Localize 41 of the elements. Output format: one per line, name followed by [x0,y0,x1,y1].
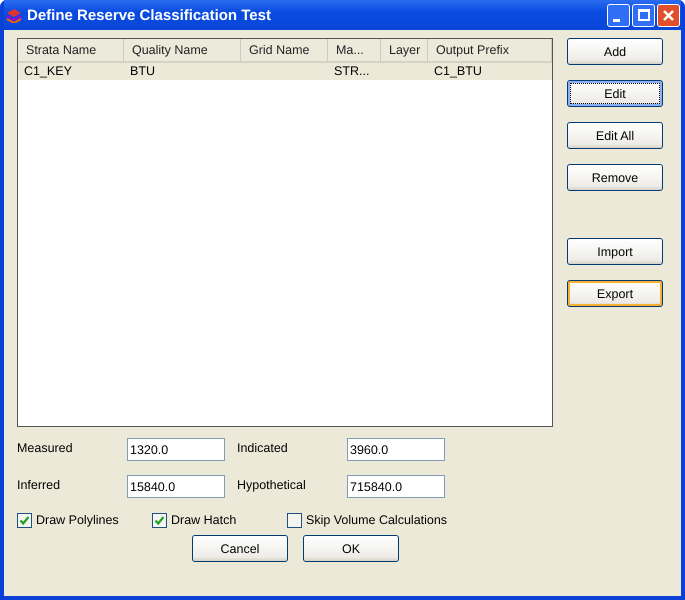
input-field[interactable]: 15840.0 [127,475,225,498]
input-field[interactable]: 3960.0 [347,438,445,461]
checkbox-label[interactable]: Draw Hatch [171,513,236,527]
field-label: Indicated [237,440,289,455]
column-header[interactable]: Grid Name [241,39,328,61]
checkbox-label[interactable]: Skip Volume Calculations [306,513,448,527]
close-button[interactable] [657,4,680,26]
column-header[interactable]: Output Prefix [428,39,552,61]
dialog-button[interactable]: OK [303,535,399,562]
column-header[interactable]: Quality Name [124,39,241,61]
table-cell-text: C1_BTU [433,63,483,80]
table-row[interactable]: C1_KEY BTU STR... C1_BTU [18,63,552,80]
dialog-button[interactable]: Edit [567,80,663,107]
minimize-icon [613,18,620,22]
maximize-icon [638,9,650,21]
dialog-button[interactable]: Edit All [567,122,663,149]
dialog-button[interactable]: Add [567,38,663,65]
checkbox[interactable] [287,512,302,528]
maximize-button[interactable] [632,4,655,26]
table-cell-text: BTU [129,63,156,80]
checkbox[interactable] [152,512,167,528]
column-header[interactable]: Strata Name [18,39,124,61]
dialog-button[interactable]: Import [567,238,663,265]
minimize-button[interactable] [607,4,630,26]
checkbox-label[interactable]: Draw Polylines [36,513,119,527]
field-label: Hypothetical [237,477,307,492]
dialog-button[interactable]: Remove [567,164,663,191]
column-header[interactable]: Ma... [328,39,381,61]
close-icon [663,10,674,20]
stacked-layers-icon [6,7,22,23]
input-field[interactable]: 1320.0 [127,438,225,461]
input-field[interactable]: 715840.0 [347,475,445,498]
field-label: Inferred [17,477,62,492]
field-label: Measured [17,440,74,455]
column-header[interactable]: Layer [381,39,428,61]
checkbox[interactable] [17,512,32,528]
dialog-button[interactable]: Cancel [192,535,288,562]
table-cell-text: C1_KEY [23,63,73,80]
dialog-button[interactable]: Export [567,280,663,307]
window-title: Define Reserve Classification Test [27,6,272,24]
table-cell-text: STR... [333,63,370,80]
